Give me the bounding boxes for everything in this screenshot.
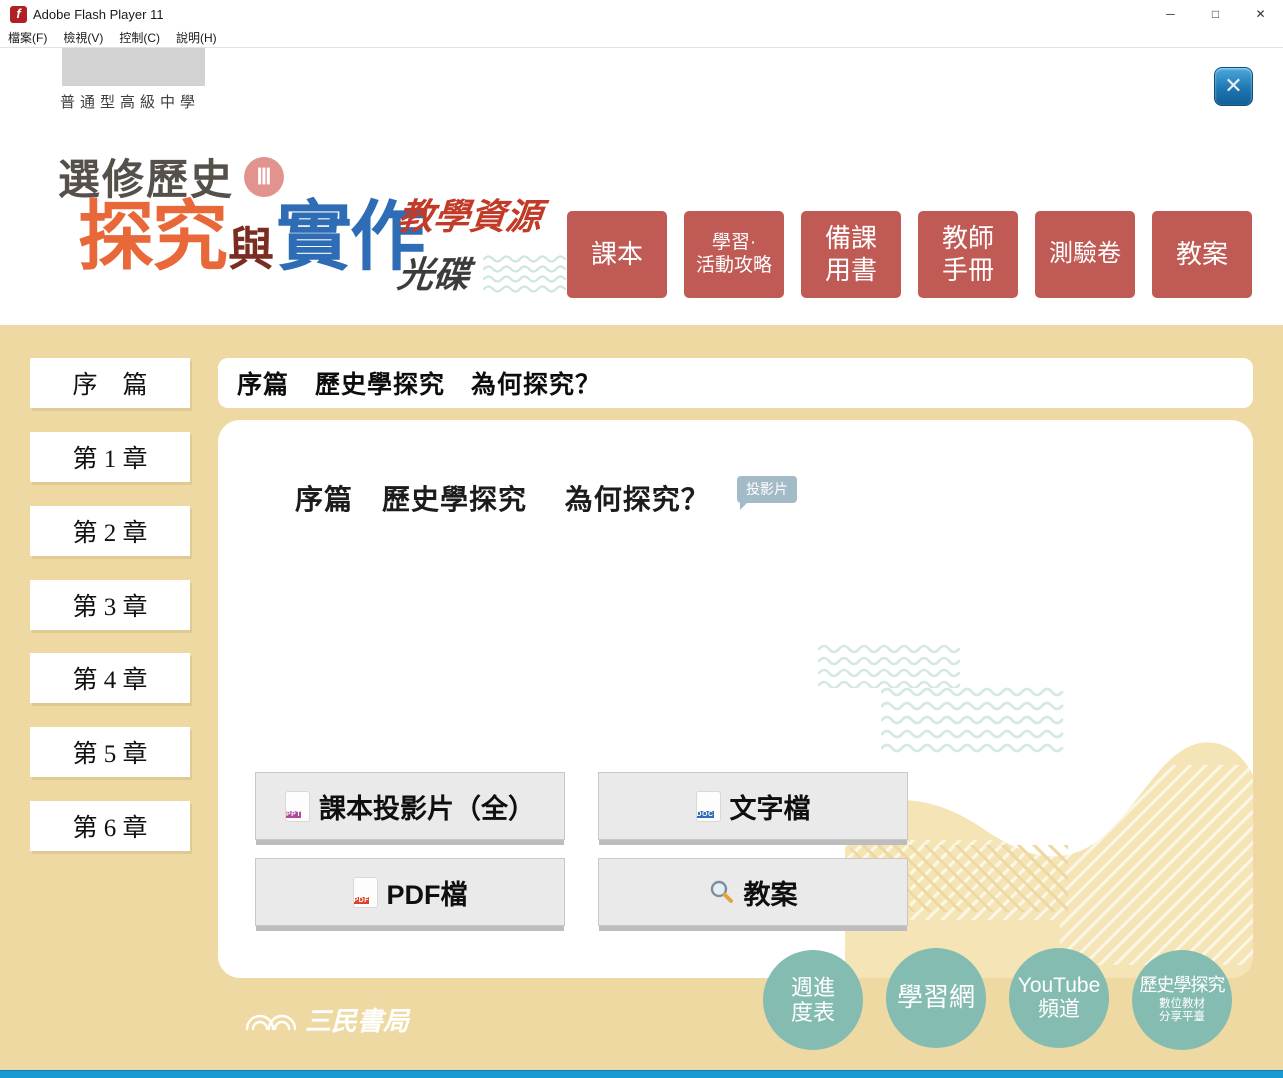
learning-site-label: 學習網 bbox=[897, 983, 975, 1013]
textbook-slides-label: 課本投影片（全） bbox=[319, 787, 535, 826]
youtube-channel-link[interactable]: YouTube 頻道 bbox=[1009, 948, 1109, 1048]
nav-lesson-plan-button[interactable]: 教案 bbox=[1152, 211, 1252, 298]
menu-bar: 檔案(F) 檢視(V) 控制(C) 說明(H) bbox=[0, 28, 1283, 48]
main-title-word1: 探究 bbox=[78, 200, 226, 276]
wave-decoration-icon bbox=[818, 642, 960, 688]
pdf-file-label: PDF檔 bbox=[387, 873, 468, 912]
textbook-slides-button[interactable]: PPT 課本投影片（全） bbox=[255, 772, 565, 840]
learning-site-link[interactable]: 學習網 bbox=[886, 948, 986, 1048]
nav-test-paper-button[interactable]: 測驗卷 bbox=[1035, 211, 1135, 298]
window-titlebar: f Adobe Flash Player 11 ─ □ ✕ bbox=[0, 0, 1283, 28]
magnifier-icon bbox=[709, 879, 735, 905]
history-platform-sublabel: 數位教材 分享平臺 bbox=[1159, 998, 1205, 1026]
minimize-button[interactable]: ─ bbox=[1148, 0, 1193, 28]
main-title: 探究 與 實作 bbox=[78, 200, 424, 276]
sidebar-item-chapter3[interactable]: 第 3 章 bbox=[30, 580, 190, 630]
flash-player-window: f Adobe Flash Player 11 ─ □ ✕ 檔案(F) 檢視(V… bbox=[0, 0, 1283, 1078]
menu-view[interactable]: 檢視(V) bbox=[55, 29, 111, 46]
sidebar-item-chapter6[interactable]: 第 6 章 bbox=[30, 801, 190, 851]
close-window-button[interactable]: ✕ bbox=[1238, 0, 1283, 28]
maximize-button[interactable]: □ bbox=[1193, 0, 1238, 28]
menu-help[interactable]: 說明(H) bbox=[168, 29, 225, 46]
ppt-file-icon: PPT bbox=[285, 791, 310, 822]
sidebar-item-preface[interactable]: 序 篇 bbox=[30, 358, 190, 408]
menu-file[interactable]: 檔案(F) bbox=[0, 29, 55, 46]
pdf-file-icon: PDF bbox=[353, 877, 378, 908]
header-section: 普通型高級中學 ✕ 選修歷史 Ⅲ 探究 與 實作 教學資源 光碟 課本 學習· … bbox=[0, 48, 1283, 325]
window-controls: ─ □ ✕ bbox=[1148, 0, 1283, 28]
main-title-conjunction: 與 bbox=[228, 226, 274, 272]
nav-activity-guide-button[interactable]: 學習· 活動攻略 bbox=[684, 211, 784, 298]
nav-teacher-manual-button[interactable]: 教師 手冊 bbox=[918, 211, 1018, 298]
bottom-accent-bar bbox=[0, 1070, 1283, 1078]
weekly-schedule-label: 週進 度表 bbox=[791, 975, 835, 1026]
text-file-label: 文字檔 bbox=[730, 787, 811, 826]
wave-decoration-icon bbox=[483, 253, 568, 295]
publisher-logo-placeholder bbox=[62, 48, 205, 86]
sidebar-item-chapter2[interactable]: 第 2 章 bbox=[30, 506, 190, 556]
flash-player-icon: f bbox=[10, 6, 27, 23]
sidebar-item-chapter4[interactable]: 第 4 章 bbox=[30, 653, 190, 703]
history-platform-label: 歷史學探究 bbox=[1140, 975, 1225, 996]
school-type-label: 普通型高級中學 bbox=[60, 91, 210, 112]
history-platform-link[interactable]: 歷史學探究 數位教材 分享平臺 bbox=[1132, 950, 1232, 1050]
sidebar-item-chapter1[interactable]: 第 1 章 bbox=[30, 432, 190, 482]
section-title: 序篇 歷史學探究 為何探究？ bbox=[295, 478, 710, 518]
top-nav: 課本 學習· 活動攻略 備課 用書 教師 手冊 測驗卷 教案 bbox=[567, 211, 1252, 298]
content-panel: 序篇 歷史學探究 為何探究？ 投影片 bbox=[218, 420, 1253, 978]
slide-tag-badge[interactable]: 投影片 bbox=[737, 476, 797, 503]
publisher-logo: 三民書局 bbox=[243, 998, 413, 1038]
svg-text:三民書局: 三民書局 bbox=[305, 1007, 411, 1036]
window-title: Adobe Flash Player 11 bbox=[33, 7, 164, 22]
resource-label-line1: 教學資源 bbox=[395, 188, 544, 240]
nav-lesson-prep-button[interactable]: 備課 用書 bbox=[801, 211, 901, 298]
content-header-title: 序篇 歷史學探究 為何探究？ bbox=[218, 358, 1253, 408]
lesson-plan-button[interactable]: 教案 bbox=[598, 858, 908, 926]
app-close-button[interactable]: ✕ bbox=[1214, 67, 1253, 106]
pdf-file-button[interactable]: PDF PDF檔 bbox=[255, 858, 565, 926]
nav-textbook-button[interactable]: 課本 bbox=[567, 211, 667, 298]
weekly-schedule-link[interactable]: 週進 度表 bbox=[763, 950, 863, 1050]
sidebar-item-chapter5[interactable]: 第 5 章 bbox=[30, 727, 190, 777]
text-file-button[interactable]: DOC 文字檔 bbox=[598, 772, 908, 840]
youtube-channel-label: YouTube 頻道 bbox=[1018, 974, 1101, 1022]
volume-badge: Ⅲ bbox=[244, 157, 284, 197]
menu-control[interactable]: 控制(C) bbox=[111, 29, 168, 46]
lesson-plan-label: 教案 bbox=[744, 873, 798, 912]
body-section: 序 篇 第 1 章 第 2 章 第 3 章 第 4 章 第 5 章 第 6 章 … bbox=[0, 325, 1283, 1070]
doc-file-icon: DOC bbox=[696, 791, 721, 822]
